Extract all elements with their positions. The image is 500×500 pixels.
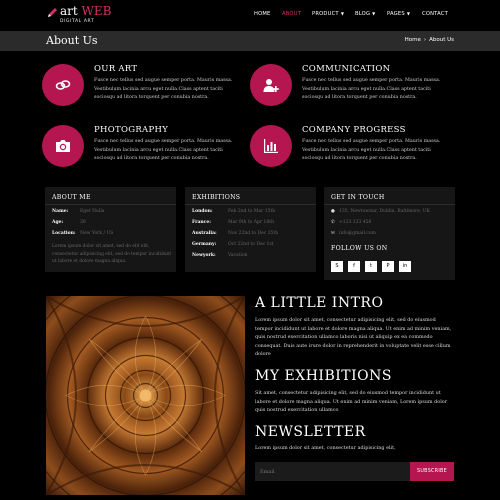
- follow-title: FOLLOW US ON: [331, 245, 388, 252]
- intro-text: Lorem ipsum dolor sit amet, consectetur …: [255, 317, 452, 358]
- bar-chart-icon: [264, 139, 278, 153]
- service-text: Fusce nec tellus sed augue semper porta.…: [94, 139, 233, 161]
- panel-divider: [45, 204, 176, 205]
- nav-about[interactable]: ABOUT: [282, 11, 301, 17]
- intro-title: A LITTLE INTRO: [255, 295, 384, 311]
- info-row: Germany: Oct 22nd to Dec 1st: [192, 242, 274, 247]
- service-company-progress: COMPANY PROGRESS Fusce nec tellus sed au…: [250, 125, 475, 175]
- exhibitions-panel: EXHIBITIONS London: Feb 2nd to Mar 15th F…: [185, 187, 316, 272]
- service-title: OUR ART: [94, 64, 138, 74]
- service-title: COMPANY PROGRESS: [302, 125, 406, 135]
- contact-address: ● 135, Newtownar, Dublin, Baltimore, UK: [331, 209, 430, 214]
- service-our-art: OUR ART Fusce nec tellus sed augue sempe…: [42, 64, 267, 114]
- info-row: Newyork: Vacation: [192, 253, 248, 258]
- info-row: Name: Eget Nulla: [52, 209, 105, 214]
- subscribe-button[interactable]: SUBSCRIBE: [410, 462, 454, 481]
- logo-title: art WEB: [60, 4, 112, 18]
- facebook-icon[interactable]: f: [348, 261, 360, 272]
- contact-email[interactable]: ✉ info@gmail.com: [331, 231, 376, 236]
- service-communication: COMMUNICATION Fusce nec tellus sed augue…: [250, 64, 475, 114]
- service-photography: PHOTOGRAPHY Fusce nec tellus sed augue s…: [42, 125, 267, 175]
- about-me-panel: ABOUT ME Name: Eget Nulla Age: 30 Location…: [45, 187, 176, 272]
- exhibitions-title: MY EXHIBITIONS: [255, 368, 392, 384]
- service-text: Fusce nec tellus sed augue semper porta.…: [302, 78, 441, 100]
- linkedin-icon[interactable]: in: [399, 261, 411, 272]
- get-in-touch-panel: GET IN TOUCH ● 135, Newtownar, Dublin, Ba…: [324, 187, 455, 280]
- caret-down-icon: ▼: [406, 11, 411, 16]
- camera-icon: [56, 140, 70, 152]
- service-icon-circle: [250, 125, 292, 167]
- twitter-icon[interactable]: t: [365, 261, 377, 272]
- service-text: Fusce nec tellus sed augue semper porta.…: [302, 139, 441, 161]
- info-row: London: Feb 2nd to Mar 15th: [192, 209, 276, 214]
- nav-home[interactable]: HOME: [254, 11, 271, 17]
- skype-icon[interactable]: S: [331, 261, 343, 272]
- nav-pages[interactable]: PAGES ▼: [387, 11, 410, 17]
- service-title: COMMUNICATION: [302, 64, 391, 74]
- contact-phone: ✆ +123 123 456: [331, 220, 372, 225]
- add-user-icon: [263, 79, 279, 92]
- caret-down-icon: ▼: [340, 11, 345, 16]
- service-text: Fusce nec tellus sed augue semper porta.…: [94, 78, 233, 100]
- newsletter-email-input[interactable]: [255, 462, 410, 481]
- service-icon-circle: [42, 64, 84, 106]
- nav-blog[interactable]: BLOG ▼: [355, 11, 375, 17]
- breadcrumb: Home › About Us: [405, 37, 454, 43]
- nav-product[interactable]: PRODUCT ▼: [312, 11, 344, 17]
- kaleidoscope-pattern: [46, 296, 245, 495]
- page-title: About Us: [46, 34, 98, 47]
- service-icon-circle: [250, 64, 292, 106]
- caret-down-icon: ▼: [372, 11, 376, 16]
- feature-artwork-image: [46, 296, 245, 495]
- pinterest-icon[interactable]: P: [382, 261, 394, 272]
- info-row: Age: 30: [52, 220, 86, 225]
- service-title: PHOTOGRAPHY: [94, 125, 169, 135]
- newsletter-title: NEWSLETTER: [255, 424, 366, 440]
- info-row: France: Mar 9th to Apr 18th: [192, 220, 274, 225]
- about-note: Lorem ipsum dolor sit amet, sed do elit …: [52, 244, 172, 264]
- link-icon: [55, 80, 71, 90]
- exhibitions-text: Sit amet, consectetur adipisicing elit, …: [255, 390, 448, 414]
- site-logo[interactable]: art WEB DIGITAL ART: [46, 4, 116, 27]
- panel-title: GET IN TOUCH: [331, 194, 385, 201]
- panel-divider: [185, 204, 316, 205]
- site-header: art WEB DIGITAL ART HOME ABOUT PRODUCT ▼ …: [0, 0, 500, 31]
- newsletter-text: Lorem ipsum dolor sit amet, consectetur …: [255, 445, 396, 451]
- envelope-icon: ✉: [331, 231, 335, 236]
- phone-icon: ✆: [331, 220, 335, 225]
- info-row: Location: New York / US: [52, 231, 114, 236]
- panel-title: EXHIBITIONS: [192, 194, 241, 201]
- service-icon-circle: [42, 125, 84, 167]
- breadcrumb-home[interactable]: Home: [405, 37, 421, 43]
- map-marker-icon: ●: [331, 209, 335, 214]
- info-row: Australia: Nov 22nd to Dec 25th: [192, 231, 279, 236]
- breadcrumb-current: About Us: [429, 37, 454, 43]
- panel-divider: [324, 204, 455, 205]
- breadcrumb-separator: ›: [423, 37, 427, 43]
- pen-icon: [48, 8, 57, 17]
- logo-subtitle: DIGITAL ART: [60, 19, 95, 24]
- nav-contact[interactable]: CONTACT: [422, 11, 448, 17]
- panel-title: ABOUT ME: [52, 194, 91, 201]
- page-title-bar: About Us Home › About Us: [0, 31, 500, 51]
